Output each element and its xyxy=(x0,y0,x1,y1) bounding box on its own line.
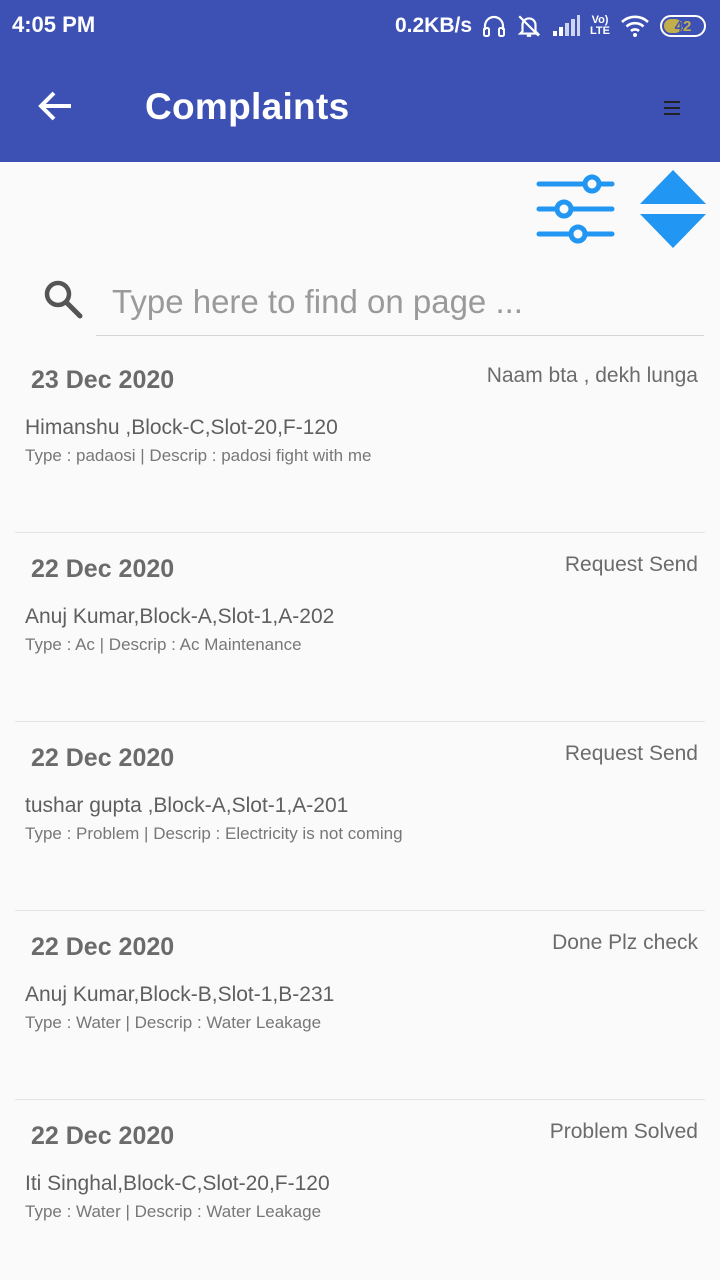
complaint-description: Type : Water | Descrip : Water Leakage xyxy=(25,1013,322,1032)
complaint-description: Type : padaosi | Descrip : padosi fight … xyxy=(25,446,372,465)
signal-icon xyxy=(552,15,581,37)
headphones-icon xyxy=(482,14,506,38)
lte-label: LTE xyxy=(590,25,610,37)
complaint-resident: tushar gupta ,Block-A,Slot-1,A-201 xyxy=(25,794,349,817)
volte-indicator: Vo) LTE xyxy=(590,15,610,37)
complaint-date: 23 Dec 2020 xyxy=(31,366,175,394)
search-icon xyxy=(40,276,86,322)
list-item[interactable]: 22 Dec 2020 Request Send tushar gupta ,B… xyxy=(15,722,705,911)
complaint-status: Request Send xyxy=(564,742,698,765)
complaint-resident: Anuj Kumar,Block-A,Slot-1,A-202 xyxy=(25,605,335,628)
hamburger-icon xyxy=(664,101,680,115)
filter-sliders-icon xyxy=(536,174,615,244)
list-item[interactable]: 22 Dec 2020 Problem Solved Iti Singhal,B… xyxy=(15,1100,705,1280)
complaint-status: Done Plz check xyxy=(552,931,698,954)
complaint-resident: Himanshu ,Block-C,Slot-20,F-120 xyxy=(25,416,338,439)
filter-button[interactable] xyxy=(534,172,618,246)
back-button[interactable] xyxy=(28,82,82,130)
net-speed: 0.2KB/s xyxy=(394,14,473,37)
complaint-description: Type : Problem | Descrip : Electricity i… xyxy=(25,824,403,843)
complaint-date: 22 Dec 2020 xyxy=(31,1122,175,1150)
list-item[interactable]: 23 Dec 2020 Naam bta , dekh lunga Himans… xyxy=(15,344,705,533)
complaint-description: Type : Ac | Descrip : Ac Maintenance xyxy=(25,635,302,654)
menu-button[interactable] xyxy=(654,90,690,126)
complaint-date: 22 Dec 2020 xyxy=(31,555,175,583)
mute-bell-icon xyxy=(516,13,542,39)
list-item[interactable]: 22 Dec 2020 Done Plz check Anuj Kumar,Bl… xyxy=(15,911,705,1100)
complaints-list: 23 Dec 2020 Naam bta , dekh lunga Himans… xyxy=(0,344,720,1280)
status-bar: 4:05 PM 0.2KB/s Vo) LTE 42 xyxy=(0,0,720,52)
wifi-icon xyxy=(620,14,650,38)
app-bar: 4:05 PM 0.2KB/s Vo) LTE 42 Complaints xyxy=(0,0,720,162)
complaint-status: Naam bta , dekh lunga xyxy=(486,364,698,387)
search-input[interactable] xyxy=(96,268,704,336)
complaint-resident: Iti Singhal,Block-C,Slot-20,F-120 xyxy=(25,1172,330,1195)
sort-button[interactable] xyxy=(638,168,708,252)
list-item[interactable]: 22 Dec 2020 Request Send Anuj Kumar,Bloc… xyxy=(15,533,705,722)
battery-icon: 42 xyxy=(660,15,706,37)
complaint-description: Type : Water | Descrip : Water Leakage xyxy=(25,1202,322,1221)
sort-arrows-icon xyxy=(640,170,706,248)
status-icons: 0.2KB/s Vo) LTE 42 xyxy=(395,10,706,42)
complaint-date: 22 Dec 2020 xyxy=(31,933,175,961)
complaint-date: 22 Dec 2020 xyxy=(31,744,175,772)
battery-level: 42 xyxy=(674,17,692,35)
complaint-status: Problem Solved xyxy=(549,1120,698,1143)
complaint-resident: Anuj Kumar,Block-B,Slot-1,B-231 xyxy=(25,983,335,1006)
back-arrow-icon xyxy=(38,91,71,121)
page-title: Complaints xyxy=(145,86,350,127)
complaint-status: Request Send xyxy=(564,553,698,576)
status-time: 4:05 PM xyxy=(12,12,96,37)
